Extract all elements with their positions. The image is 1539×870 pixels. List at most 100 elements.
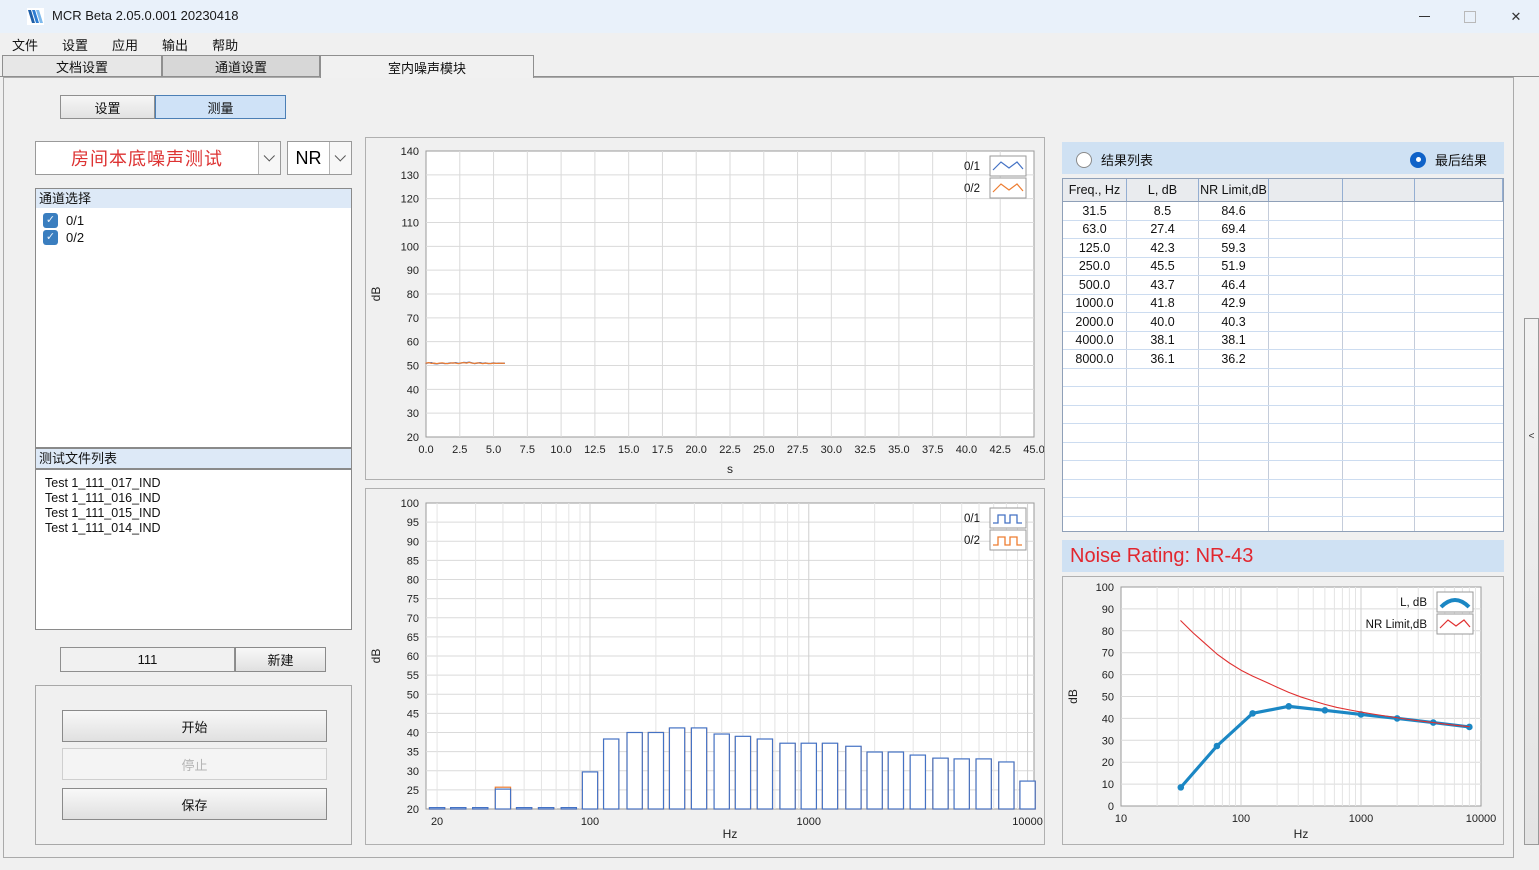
table-cell[interactable]: 38.1: [1199, 332, 1269, 350]
menu-item-help[interactable]: 帮助: [200, 33, 250, 56]
table-cell[interactable]: [1343, 424, 1415, 442]
table-cell[interactable]: [1199, 517, 1269, 533]
table-cell[interactable]: [1415, 424, 1503, 442]
table-cell[interactable]: [1415, 295, 1503, 313]
table-cell[interactable]: [1199, 406, 1269, 424]
tab-document-settings[interactable]: 文档设置: [2, 55, 162, 77]
tab-indoor-noise-module[interactable]: 室内噪声模块: [320, 55, 534, 78]
table-cell[interactable]: [1343, 369, 1415, 387]
table-header-cell[interactable]: NR Limit,dB: [1199, 179, 1269, 201]
sub-tab-measure[interactable]: 测量: [155, 95, 286, 119]
table-cell[interactable]: 59.3: [1199, 239, 1269, 257]
table-header-cell[interactable]: [1269, 179, 1343, 201]
table-cell[interactable]: 51.9: [1199, 258, 1269, 276]
test-file-item[interactable]: Test 1_111_014_IND: [36, 521, 351, 536]
table-cell[interactable]: 43.7: [1127, 276, 1199, 294]
table-cell[interactable]: 42.9: [1199, 295, 1269, 313]
table-cell[interactable]: 4000.0: [1063, 332, 1127, 350]
menu-item-application[interactable]: 应用: [100, 33, 150, 56]
minimize-button[interactable]: [1401, 0, 1447, 33]
table-cell[interactable]: [1415, 369, 1503, 387]
table-cell[interactable]: [1343, 480, 1415, 498]
table-cell[interactable]: [1343, 258, 1415, 276]
maximize-button[interactable]: [1447, 0, 1493, 33]
table-cell[interactable]: 8000.0: [1063, 350, 1127, 368]
menu-item-output[interactable]: 输出: [150, 33, 200, 56]
table-cell[interactable]: [1269, 387, 1343, 405]
table-cell[interactable]: [1415, 332, 1503, 350]
table-cell[interactable]: [1343, 276, 1415, 294]
test-files-list[interactable]: Test 1_111_017_INDTest 1_111_016_INDTest…: [35, 469, 352, 630]
table-cell[interactable]: [1063, 461, 1127, 479]
table-cell[interactable]: 46.4: [1199, 276, 1269, 294]
table-cell[interactable]: [1343, 350, 1415, 368]
table-cell[interactable]: 2000.0: [1063, 313, 1127, 331]
menu-item-file[interactable]: 文件: [0, 33, 50, 56]
test-type-dropdown[interactable]: 房间本底噪声测试: [35, 141, 281, 175]
table-cell[interactable]: [1343, 221, 1415, 239]
test-file-item[interactable]: Test 1_111_016_IND: [36, 491, 351, 506]
table-cell[interactable]: [1269, 295, 1343, 313]
table-cell[interactable]: [1127, 424, 1199, 442]
table-cell[interactable]: [1415, 313, 1503, 331]
table-cell[interactable]: [1343, 202, 1415, 220]
channel-item-0-2[interactable]: ✓0/2: [36, 229, 351, 246]
table-cell[interactable]: [1269, 350, 1343, 368]
radio-checked-icon[interactable]: [1410, 152, 1426, 168]
table-cell[interactable]: [1063, 424, 1127, 442]
table-header-cell[interactable]: Freq., Hz: [1063, 179, 1127, 201]
table-cell[interactable]: [1063, 480, 1127, 498]
table-cell[interactable]: 45.5: [1127, 258, 1199, 276]
sub-tab-settings[interactable]: 设置: [60, 95, 155, 119]
table-cell[interactable]: [1199, 387, 1269, 405]
table-cell[interactable]: 125.0: [1063, 239, 1127, 257]
table-cell[interactable]: [1199, 461, 1269, 479]
table-cell[interactable]: [1415, 258, 1503, 276]
table-cell[interactable]: [1127, 480, 1199, 498]
table-cell[interactable]: [1269, 424, 1343, 442]
table-header-cell[interactable]: L, dB: [1127, 179, 1199, 201]
table-cell[interactable]: [1269, 480, 1343, 498]
test-file-item[interactable]: Test 1_111_017_IND: [36, 476, 351, 491]
table-cell[interactable]: [1269, 313, 1343, 331]
last-result-radio[interactable]: 最后结果: [1410, 150, 1487, 169]
table-cell[interactable]: [1199, 443, 1269, 461]
table-cell[interactable]: 250.0: [1063, 258, 1127, 276]
channel-list[interactable]: ✓0/1✓0/2: [35, 208, 352, 448]
table-cell[interactable]: [1415, 517, 1503, 533]
results-table[interactable]: Freq., HzL, dBNR Limit,dB31.58.584.663.0…: [1062, 178, 1504, 532]
table-cell[interactable]: 40.3: [1199, 313, 1269, 331]
table-cell[interactable]: [1063, 498, 1127, 516]
table-cell[interactable]: [1269, 369, 1343, 387]
table-cell[interactable]: [1269, 461, 1343, 479]
close-button[interactable]: ✕: [1493, 0, 1539, 33]
table-cell[interactable]: [1343, 313, 1415, 331]
table-cell[interactable]: 36.1: [1127, 350, 1199, 368]
table-cell[interactable]: [1415, 387, 1503, 405]
table-cell[interactable]: [1269, 202, 1343, 220]
chevron-down-icon[interactable]: [258, 142, 280, 174]
rating-type-dropdown[interactable]: NR: [287, 141, 352, 175]
chevron-down-icon[interactable]: [329, 142, 351, 174]
table-cell[interactable]: 500.0: [1063, 276, 1127, 294]
table-cell[interactable]: [1415, 406, 1503, 424]
table-cell[interactable]: [1415, 276, 1503, 294]
table-cell[interactable]: [1269, 443, 1343, 461]
channel-item-0-1[interactable]: ✓0/1: [36, 212, 351, 229]
table-cell[interactable]: [1199, 424, 1269, 442]
table-cell[interactable]: [1269, 239, 1343, 257]
test-file-item[interactable]: Test 1_111_015_IND: [36, 506, 351, 521]
radio-unchecked-icon[interactable]: [1076, 152, 1092, 168]
table-cell[interactable]: [1415, 221, 1503, 239]
table-cell[interactable]: [1127, 517, 1199, 533]
table-cell[interactable]: [1343, 239, 1415, 257]
table-cell[interactable]: [1199, 369, 1269, 387]
table-cell[interactable]: 41.8: [1127, 295, 1199, 313]
table-cell[interactable]: [1127, 443, 1199, 461]
table-cell[interactable]: 40.0: [1127, 313, 1199, 331]
table-cell[interactable]: [1127, 369, 1199, 387]
table-cell[interactable]: [1269, 517, 1343, 533]
table-cell[interactable]: [1343, 387, 1415, 405]
table-cell[interactable]: [1343, 332, 1415, 350]
table-cell[interactable]: [1127, 461, 1199, 479]
